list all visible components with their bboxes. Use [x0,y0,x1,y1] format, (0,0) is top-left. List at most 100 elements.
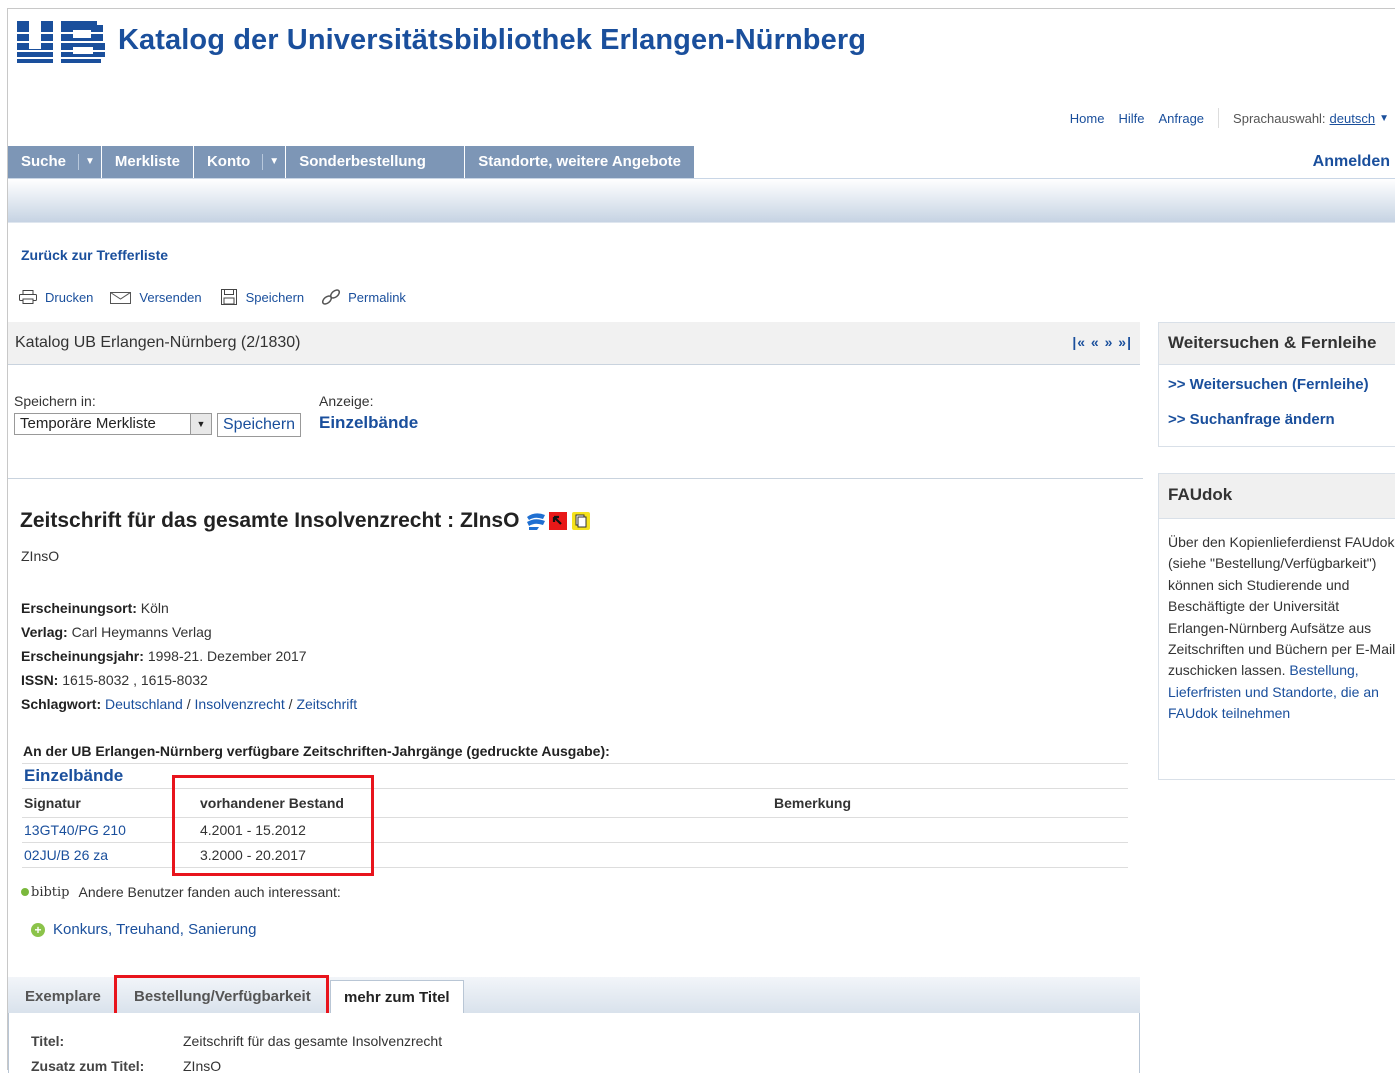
meta-publisher: Verlag: Carl Heymanns Verlag [21,620,357,644]
language-select[interactable]: deutsch [1330,111,1376,126]
sidebar-faudok: FAUdok Über den Kopienlieferdienst FAUdo… [1158,473,1395,780]
detail-label: Titel: [31,1033,65,1049]
subject-link[interactable]: Zeitschrift [296,696,357,712]
save-button[interactable]: Speichern [217,413,302,437]
site-title: Katalog der Universitätsbibliothek Erlan… [118,24,867,56]
plus-circle-icon: + [31,922,45,937]
nav-tab-label[interactable]: Suche [21,146,66,178]
meta-value: Köln [140,600,169,616]
inquiry-link[interactable]: Anfrage [1159,111,1205,126]
nav-tab-label[interactable]: Standorte, weitere Angebote [478,146,681,178]
record-actions: Drucken Versenden Speichern Permalink [17,289,422,305]
faudok-text: Über den Kopienlieferdienst FAUdok (sieh… [1168,532,1395,725]
tab-exemplare[interactable]: Exemplare [17,980,109,1013]
save-list-value[interactable]: Temporäre Merkliste [20,415,156,432]
nav-tab-suche[interactable]: Suche ▼ [8,146,102,178]
meta-label: Verlag: [21,624,68,640]
section-divider [8,478,1143,479]
print-label[interactable]: Drucken [45,290,93,305]
utility-separator [1218,108,1220,128]
printer-icon [17,289,39,305]
home-link[interactable]: Home [1070,111,1105,126]
main-nav: Suche ▼ Merkliste Konto ▼ Sonderbestellu… [8,146,1395,179]
holdings-heading: An der UB Erlangen-Nürnberg verfügbare Z… [23,743,610,759]
permalink-label[interactable]: Permalink [348,290,406,305]
chevron-down-icon[interactable]: ▼ [262,154,279,170]
bibtip-dot [21,888,29,896]
meta-label: Schlagwort: [21,696,102,712]
view-label: Anzeige: [319,393,374,409]
sidebar-weitersuchen: Weitersuchen & Fernleihe >> Weitersuchen… [1158,322,1395,447]
zdb-icon[interactable] [548,511,568,531]
sidebar-box-title: Weitersuchen & Fernleihe [1159,323,1395,365]
recommendation-link[interactable]: Konkurs, Treuhand, Sanierung [53,921,256,938]
help-link[interactable]: Hilfe [1118,111,1144,126]
nav-tab-label[interactable]: Merkliste [115,146,180,178]
chevron-down-icon[interactable]: ▼ [1379,113,1389,124]
envelope-icon [109,289,133,305]
highlight-box-tab [114,975,329,1016]
ezb-icon[interactable] [525,511,547,531]
meta-issn: ISSN: 1615-8032 , 1615-8032 [21,668,357,692]
subject-link[interactable]: Insolvenzrecht [195,696,285,712]
nav-subbar [8,179,1395,223]
send-label[interactable]: Versenden [139,290,201,305]
save-label[interactable]: Speichern [246,290,305,305]
nav-tab-label[interactable]: Sonderbestellung [299,146,426,178]
tab-mehr-zum-titel[interactable]: mehr zum Titel [330,980,464,1015]
nav-tab-sonderbestellung[interactable]: Sonderbestellung [286,146,466,178]
subject-link[interactable]: Deutschland [105,696,183,712]
sidebar-box-title: FAUdok [1159,474,1395,519]
bibtip-logo-text: bibtip [31,884,70,900]
page-top-border [8,8,1395,9]
meta-label: Erscheinungsjahr: [21,648,144,664]
copy-document-icon[interactable] [571,511,591,531]
tab-panel: Titel: Zeitschrift für das gesamte Insol… [8,1013,1140,1074]
ub-logo[interactable] [17,19,105,65]
save-list-select[interactable]: Temporäre Merkliste ▼ [14,413,212,435]
meta-label: Erscheinungsort: [21,600,137,616]
availability-icons [525,511,591,531]
nav-tab-konto[interactable]: Konto ▼ [193,146,287,178]
back-to-results-link[interactable]: Zurück zur Trefferliste [21,247,168,263]
record-metadata: Erscheinungsort: Köln Verlag: Carl Heyma… [21,596,357,716]
send-action[interactable]: Versenden [109,289,202,305]
permalink-action[interactable]: Permalink [320,289,406,305]
result-header: Katalog UB Erlangen-Nürnberg (2/1830) |«… [8,322,1140,365]
floppy-disk-icon [218,289,240,305]
nav-tab-label[interactable]: Konto [207,146,250,178]
nav-tab-standorte[interactable]: Standorte, weitere Angebote [465,146,696,178]
view-value-link[interactable]: Einzelbände [319,413,418,433]
login-link[interactable]: Anmelden [1313,146,1390,178]
recommendation-item[interactable]: + Konkurs, Treuhand, Sanierung [31,921,256,938]
signatur-link[interactable]: 13GT40/PG 210 [24,822,126,838]
save-action[interactable]: Speichern [218,289,305,305]
link-chain-icon [320,289,342,305]
meta-place: Erscheinungsort: Köln [21,596,357,620]
modify-search-link[interactable]: >> Suchanfrage ändern [1168,411,1335,428]
save-in-label: Speichern in: [14,393,96,409]
result-position-title: Katalog UB Erlangen-Nürnberg (2/1830) [15,334,301,351]
language-label: Sprachauswahl: [1233,110,1326,126]
chevron-down-icon[interactable]: ▼ [78,154,95,170]
chevron-down-icon[interactable]: ▼ [190,414,211,434]
meta-value: Carl Heymanns Verlag [71,624,212,640]
record-title-text: Zeitschrift für das gesamte Insolvenzrec… [20,509,520,532]
result-pager[interactable]: |« « » »| [1072,334,1132,350]
faudok-description: Über den Kopienlieferdienst FAUdok (sieh… [1168,534,1395,679]
print-action[interactable]: Drucken [17,289,93,305]
meta-label: ISSN: [21,672,59,688]
nav-tab-merkliste[interactable]: Merkliste [101,146,194,178]
detail-value: Zeitschrift für das gesamte Insolvenzrec… [183,1033,443,1049]
detail-row-zusatz: Zusatz zum Titel: [31,1058,144,1074]
record-title: Zeitschrift für das gesamte Insolvenzrec… [20,509,591,533]
weitersuchen-link[interactable]: >> Weitersuchen (Fernleihe) [1168,376,1369,393]
meta-year: Erscheinungsjahr: 1998-21. Dezember 2017 [21,644,357,668]
bemerkung-cell [772,842,1128,868]
meta-value: 1998-21. Dezember 2017 [147,648,307,664]
signatur-link[interactable]: 02JU/B 26 za [24,847,108,863]
utility-nav: Home Hilfe Anfrage Sprachauswahl: deutsc… [1056,108,1389,128]
detail-label: Zusatz zum Titel: [31,1058,145,1074]
detail-row-titel: Titel: [31,1033,64,1049]
bibtip-section: bibtip Andere Benutzer fanden auch inter… [21,884,341,900]
